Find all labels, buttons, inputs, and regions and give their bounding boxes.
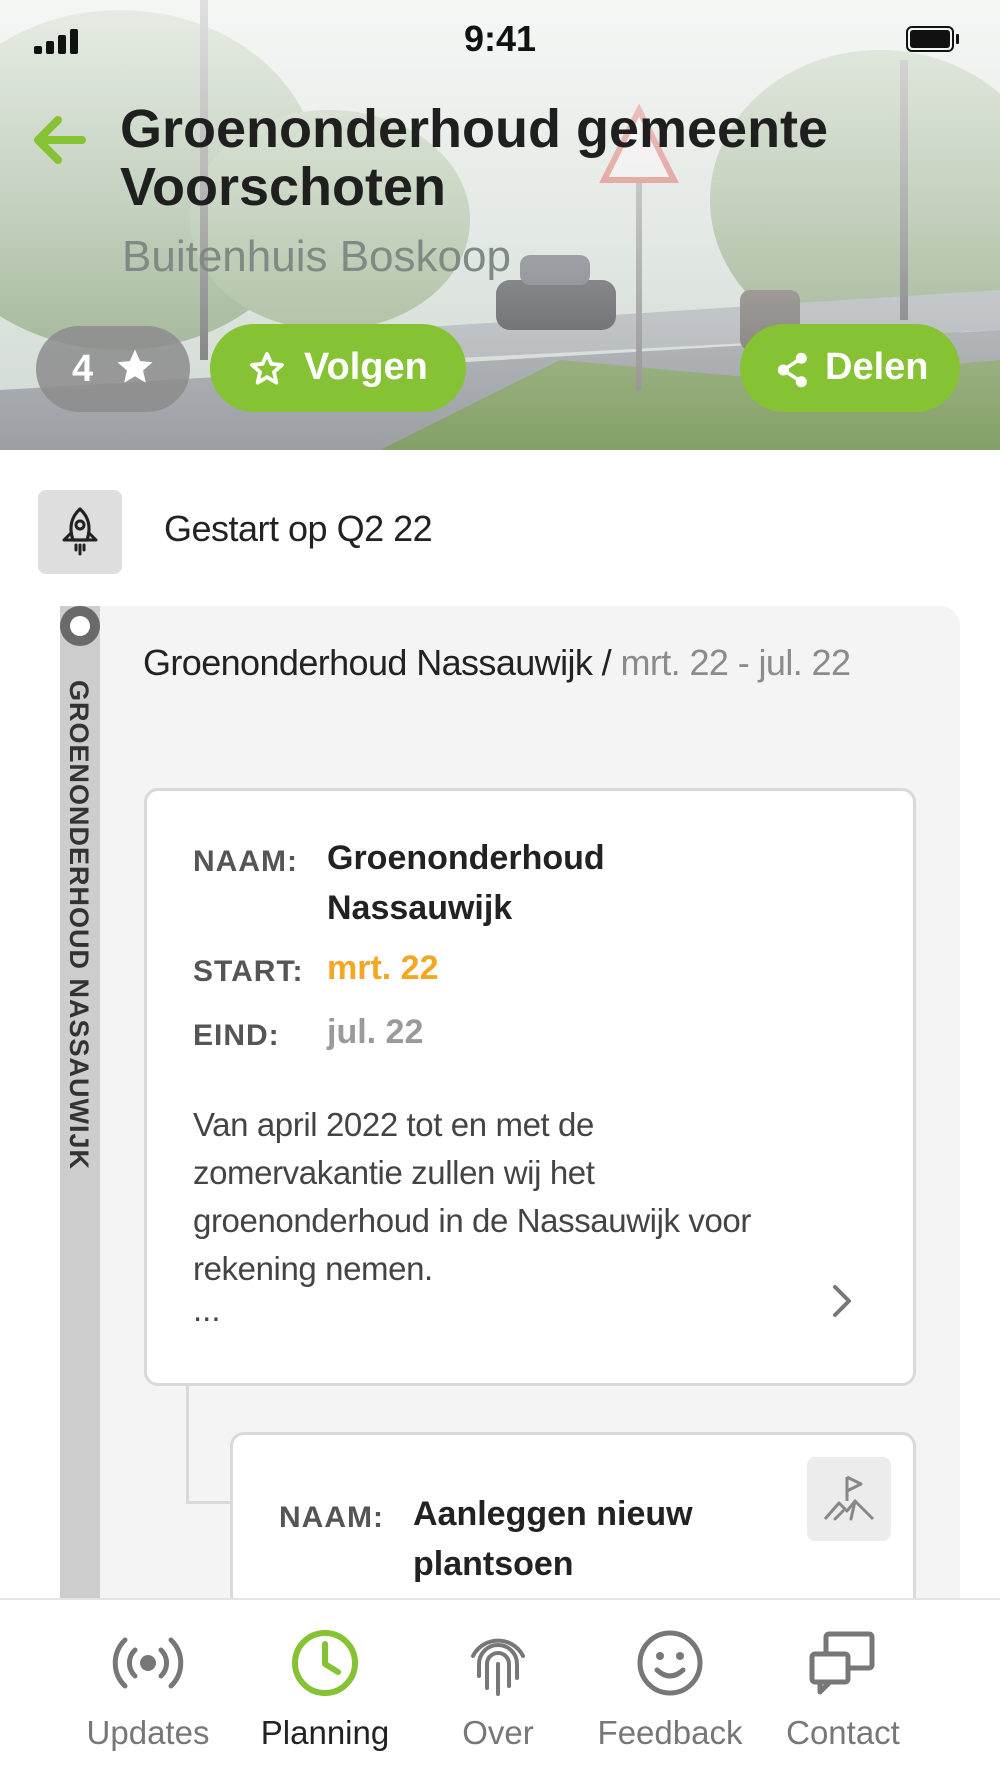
tab-feedback[interactable]: Feedback [585, 1626, 755, 1756]
timeline-node-icon [60, 606, 100, 646]
name-value: Aanleggen nieuw plantsoen [413, 1495, 693, 1583]
clock-icon [292, 1630, 358, 1696]
tab-contact[interactable]: Contact [758, 1626, 928, 1756]
page-title: Groenonderhoud gemeente Voorschoten [120, 99, 829, 217]
started-date-text: Gestart op Q2 22 [164, 508, 433, 549]
end-label: EIND: [193, 1019, 280, 1052]
tab-label: Planning [260, 1714, 390, 1751]
share-button[interactable]: Delen [740, 324, 960, 412]
broadcast-icon [112, 1637, 184, 1689]
star-icon [114, 346, 156, 393]
rating-badge: 4 [36, 326, 190, 412]
start-label: START: [193, 955, 304, 988]
rating-count: 4 [72, 348, 94, 390]
star-outline-icon [248, 350, 286, 393]
description-ellipsis: ... [193, 1291, 221, 1328]
tab-label: Updates [86, 1714, 210, 1751]
phase-title: Groenonderhoud Nassauwijk / mrt. 22 - ju… [143, 634, 883, 692]
end-value: jul. 22 [327, 1013, 424, 1051]
tab-label: Contact [786, 1714, 900, 1751]
timeline-connector [186, 1386, 232, 1504]
tab-label: Over [462, 1714, 534, 1751]
chevron-right-icon[interactable] [827, 1281, 857, 1326]
activity-description: Van april 2022 tot en met de zomervakant… [193, 1106, 751, 1287]
smiley-icon [637, 1630, 703, 1696]
status-time: 9:41 [463, 18, 537, 59]
milestone-flag-icon [807, 1457, 891, 1541]
rocket-icon [38, 490, 122, 574]
tab-label: Feedback [597, 1714, 743, 1751]
share-icon [776, 352, 810, 393]
follow-label: Volgen [304, 346, 428, 388]
tab-over[interactable]: Over [413, 1626, 583, 1756]
bottom-tab-bar: Updates Planning Over Feedback Contact [0, 1598, 1000, 1780]
phase-dates: mrt. 22 - jul. 22 [620, 642, 851, 683]
chat-icon [809, 1631, 875, 1695]
follow-button[interactable]: Volgen [210, 324, 466, 412]
tab-planning[interactable]: Planning [240, 1626, 410, 1756]
tab-updates[interactable]: Updates [63, 1626, 233, 1756]
status-bar: 9:41 [0, 0, 1000, 80]
name-value: Groenonderhoud Nassauwijk [327, 839, 605, 927]
name-label: NAAM: [193, 845, 298, 878]
activity-card[interactable]: NAAM: Groenonderhoud Nassauwijk START: m… [144, 788, 916, 1386]
share-label: Delen [825, 346, 929, 388]
start-value: mrt. 22 [327, 949, 439, 987]
name-label: NAAM: [279, 1501, 384, 1534]
phase-name: Groenonderhoud Nassauwijk / [143, 642, 621, 683]
page-subtitle: Buitenhuis Boskoop [122, 232, 511, 281]
project-header: 9:41 Groenonderhoud gemeente Voorschoten… [0, 0, 1000, 450]
back-arrow-icon[interactable] [30, 112, 90, 168]
fingerprint-icon [471, 1638, 525, 1696]
battery-icon [906, 26, 959, 52]
timeline-phase-label: GROENONDERHOUD NASSAUWIJK [64, 680, 94, 1171]
